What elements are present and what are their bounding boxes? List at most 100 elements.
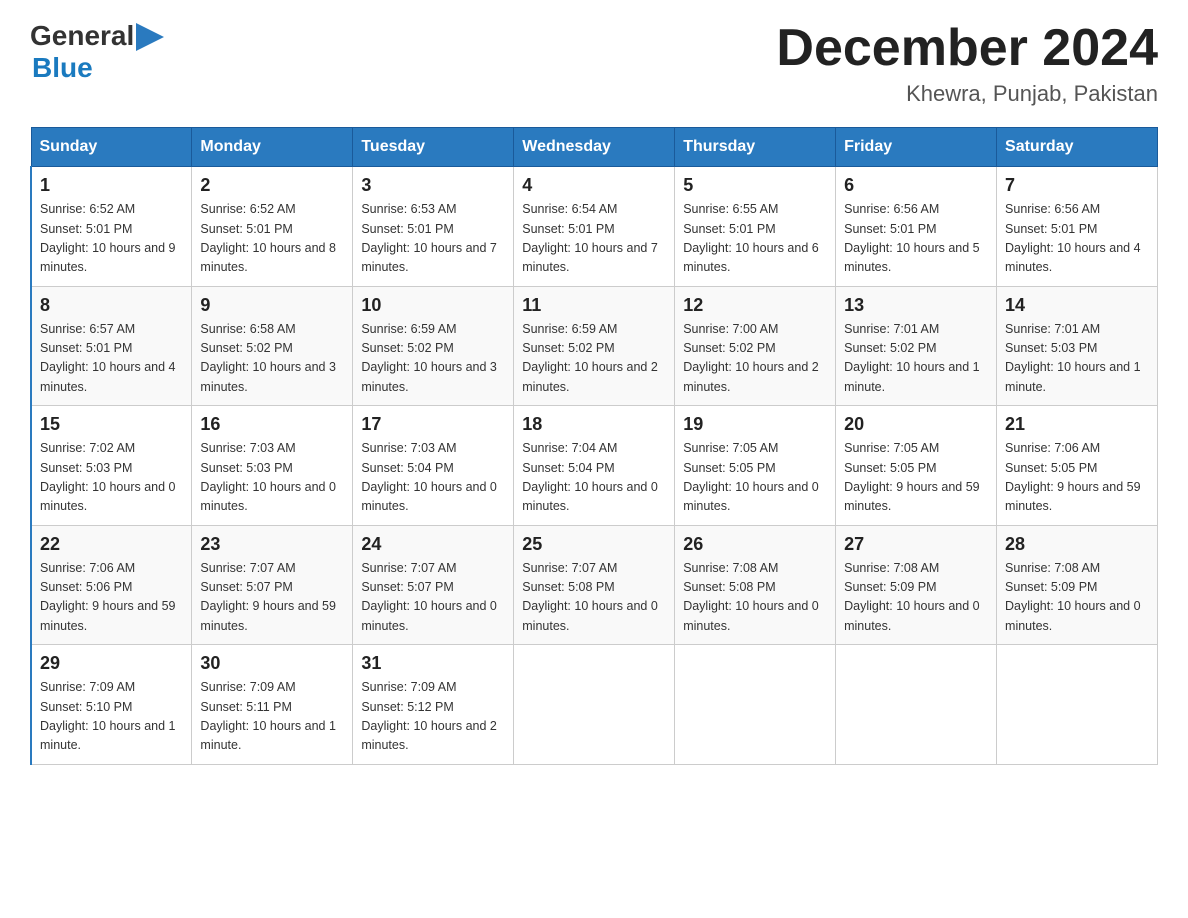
day-info: Sunrise: 7:05 AMSunset: 5:05 PMDaylight:… (844, 439, 988, 517)
day-number: 21 (1005, 414, 1149, 435)
calendar-cell: 11 Sunrise: 6:59 AMSunset: 5:02 PMDaylig… (514, 286, 675, 406)
day-info: Sunrise: 7:09 AMSunset: 5:11 PMDaylight:… (200, 678, 344, 756)
day-info: Sunrise: 7:04 AMSunset: 5:04 PMDaylight:… (522, 439, 666, 517)
day-info: Sunrise: 6:52 AMSunset: 5:01 PMDaylight:… (200, 200, 344, 278)
day-number: 16 (200, 414, 344, 435)
calendar-header: SundayMondayTuesdayWednesdayThursdayFrid… (31, 128, 1158, 167)
day-info: Sunrise: 7:06 AMSunset: 5:06 PMDaylight:… (40, 559, 183, 637)
calendar-cell: 4 Sunrise: 6:54 AMSunset: 5:01 PMDayligh… (514, 167, 675, 287)
day-number: 7 (1005, 175, 1149, 196)
title-section: December 2024 Khewra, Punjab, Pakistan (776, 20, 1158, 107)
day-number: 5 (683, 175, 827, 196)
day-info: Sunrise: 7:08 AMSunset: 5:08 PMDaylight:… (683, 559, 827, 637)
day-number: 15 (40, 414, 183, 435)
header-wednesday: Wednesday (514, 128, 675, 167)
calendar-cell: 20 Sunrise: 7:05 AMSunset: 5:05 PMDaylig… (836, 406, 997, 526)
day-number: 24 (361, 534, 505, 555)
calendar-cell: 3 Sunrise: 6:53 AMSunset: 5:01 PMDayligh… (353, 167, 514, 287)
calendar-cell: 5 Sunrise: 6:55 AMSunset: 5:01 PMDayligh… (675, 167, 836, 287)
day-info: Sunrise: 6:57 AMSunset: 5:01 PMDaylight:… (40, 320, 183, 398)
day-info: Sunrise: 7:07 AMSunset: 5:07 PMDaylight:… (361, 559, 505, 637)
day-number: 26 (683, 534, 827, 555)
day-number: 12 (683, 295, 827, 316)
day-info: Sunrise: 6:56 AMSunset: 5:01 PMDaylight:… (1005, 200, 1149, 278)
day-info: Sunrise: 7:01 AMSunset: 5:03 PMDaylight:… (1005, 320, 1149, 398)
calendar-cell: 21 Sunrise: 7:06 AMSunset: 5:05 PMDaylig… (997, 406, 1158, 526)
calendar-cell: 22 Sunrise: 7:06 AMSunset: 5:06 PMDaylig… (31, 525, 192, 645)
day-number: 9 (200, 295, 344, 316)
day-info: Sunrise: 7:03 AMSunset: 5:04 PMDaylight:… (361, 439, 505, 517)
day-info: Sunrise: 6:58 AMSunset: 5:02 PMDaylight:… (200, 320, 344, 398)
calendar-cell: 9 Sunrise: 6:58 AMSunset: 5:02 PMDayligh… (192, 286, 353, 406)
day-number: 8 (40, 295, 183, 316)
calendar-cell: 1 Sunrise: 6:52 AMSunset: 5:01 PMDayligh… (31, 167, 192, 287)
calendar-cell: 2 Sunrise: 6:52 AMSunset: 5:01 PMDayligh… (192, 167, 353, 287)
header-row: SundayMondayTuesdayWednesdayThursdayFrid… (31, 128, 1158, 167)
page-header: General Blue December 2024 Khewra, Punja… (30, 20, 1158, 107)
day-info: Sunrise: 7:07 AMSunset: 5:08 PMDaylight:… (522, 559, 666, 637)
calendar-cell: 12 Sunrise: 7:00 AMSunset: 5:02 PMDaylig… (675, 286, 836, 406)
week-row-3: 15 Sunrise: 7:02 AMSunset: 5:03 PMDaylig… (31, 406, 1158, 526)
calendar-cell (836, 645, 997, 765)
day-number: 31 (361, 653, 505, 674)
calendar-cell (514, 645, 675, 765)
day-info: Sunrise: 7:08 AMSunset: 5:09 PMDaylight:… (844, 559, 988, 637)
day-number: 30 (200, 653, 344, 674)
calendar-cell: 16 Sunrise: 7:03 AMSunset: 5:03 PMDaylig… (192, 406, 353, 526)
week-row-2: 8 Sunrise: 6:57 AMSunset: 5:01 PMDayligh… (31, 286, 1158, 406)
calendar-cell (675, 645, 836, 765)
day-info: Sunrise: 6:54 AMSunset: 5:01 PMDaylight:… (522, 200, 666, 278)
day-number: 2 (200, 175, 344, 196)
calendar-cell: 24 Sunrise: 7:07 AMSunset: 5:07 PMDaylig… (353, 525, 514, 645)
day-number: 23 (200, 534, 344, 555)
day-number: 25 (522, 534, 666, 555)
day-number: 29 (40, 653, 183, 674)
day-info: Sunrise: 7:09 AMSunset: 5:10 PMDaylight:… (40, 678, 183, 756)
week-row-5: 29 Sunrise: 7:09 AMSunset: 5:10 PMDaylig… (31, 645, 1158, 765)
day-info: Sunrise: 7:02 AMSunset: 5:03 PMDaylight:… (40, 439, 183, 517)
day-info: Sunrise: 6:59 AMSunset: 5:02 PMDaylight:… (522, 320, 666, 398)
calendar-cell: 30 Sunrise: 7:09 AMSunset: 5:11 PMDaylig… (192, 645, 353, 765)
day-number: 10 (361, 295, 505, 316)
calendar-cell: 27 Sunrise: 7:08 AMSunset: 5:09 PMDaylig… (836, 525, 997, 645)
day-info: Sunrise: 7:06 AMSunset: 5:05 PMDaylight:… (1005, 439, 1149, 517)
day-info: Sunrise: 6:55 AMSunset: 5:01 PMDaylight:… (683, 200, 827, 278)
header-saturday: Saturday (997, 128, 1158, 167)
day-number: 3 (361, 175, 505, 196)
calendar-table: SundayMondayTuesdayWednesdayThursdayFrid… (30, 127, 1158, 765)
calendar-cell (997, 645, 1158, 765)
day-number: 13 (844, 295, 988, 316)
header-thursday: Thursday (675, 128, 836, 167)
day-info: Sunrise: 7:00 AMSunset: 5:02 PMDaylight:… (683, 320, 827, 398)
calendar-cell: 17 Sunrise: 7:03 AMSunset: 5:04 PMDaylig… (353, 406, 514, 526)
day-info: Sunrise: 7:03 AMSunset: 5:03 PMDaylight:… (200, 439, 344, 517)
day-number: 19 (683, 414, 827, 435)
logo-triangle-icon (136, 23, 164, 51)
location-subtitle: Khewra, Punjab, Pakistan (776, 81, 1158, 107)
calendar-cell: 6 Sunrise: 6:56 AMSunset: 5:01 PMDayligh… (836, 167, 997, 287)
calendar-body: 1 Sunrise: 6:52 AMSunset: 5:01 PMDayligh… (31, 167, 1158, 765)
day-info: Sunrise: 6:59 AMSunset: 5:02 PMDaylight:… (361, 320, 505, 398)
logo-general-text: General (30, 20, 134, 52)
day-number: 20 (844, 414, 988, 435)
week-row-4: 22 Sunrise: 7:06 AMSunset: 5:06 PMDaylig… (31, 525, 1158, 645)
day-number: 28 (1005, 534, 1149, 555)
week-row-1: 1 Sunrise: 6:52 AMSunset: 5:01 PMDayligh… (31, 167, 1158, 287)
day-info: Sunrise: 7:08 AMSunset: 5:09 PMDaylight:… (1005, 559, 1149, 637)
day-number: 27 (844, 534, 988, 555)
calendar-cell: 15 Sunrise: 7:02 AMSunset: 5:03 PMDaylig… (31, 406, 192, 526)
calendar-cell: 13 Sunrise: 7:01 AMSunset: 5:02 PMDaylig… (836, 286, 997, 406)
day-number: 17 (361, 414, 505, 435)
calendar-cell: 31 Sunrise: 7:09 AMSunset: 5:12 PMDaylig… (353, 645, 514, 765)
calendar-cell: 28 Sunrise: 7:08 AMSunset: 5:09 PMDaylig… (997, 525, 1158, 645)
day-info: Sunrise: 6:53 AMSunset: 5:01 PMDaylight:… (361, 200, 505, 278)
day-number: 18 (522, 414, 666, 435)
calendar-cell: 26 Sunrise: 7:08 AMSunset: 5:08 PMDaylig… (675, 525, 836, 645)
header-sunday: Sunday (31, 128, 192, 167)
calendar-cell: 25 Sunrise: 7:07 AMSunset: 5:08 PMDaylig… (514, 525, 675, 645)
calendar-cell: 29 Sunrise: 7:09 AMSunset: 5:10 PMDaylig… (31, 645, 192, 765)
calendar-cell: 23 Sunrise: 7:07 AMSunset: 5:07 PMDaylig… (192, 525, 353, 645)
header-tuesday: Tuesday (353, 128, 514, 167)
month-year-title: December 2024 (776, 20, 1158, 77)
day-number: 22 (40, 534, 183, 555)
